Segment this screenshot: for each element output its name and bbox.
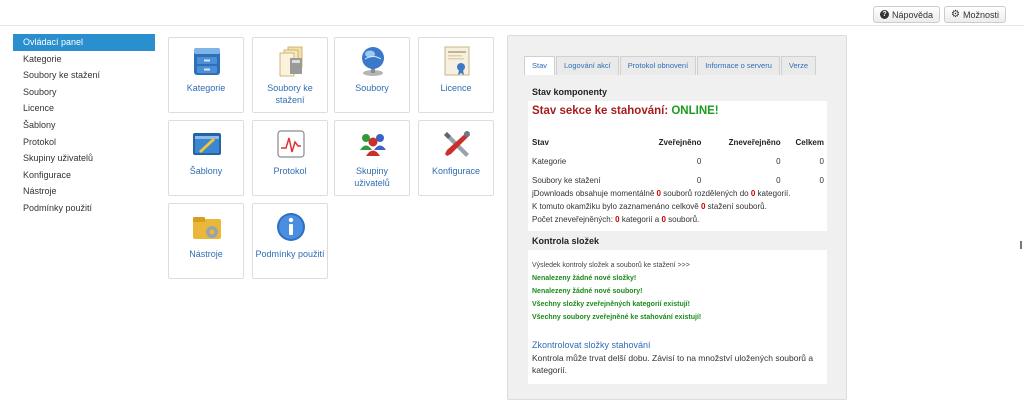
sidebar-item-user-groups[interactable]: Skupiny uživatelů (13, 150, 155, 167)
tile-configuration[interactable]: Konfigurace (418, 120, 494, 196)
tools-icon (444, 131, 470, 157)
sidebar-item-downloads[interactable]: Soubory ke stažení (13, 67, 155, 84)
users-icon (360, 134, 386, 156)
tile-templates[interactable]: Šablony (168, 120, 244, 196)
table-cell: 0 (696, 176, 702, 185)
tile-terms[interactable]: Podmínky použití (252, 203, 328, 279)
tile-label: Nástroje (189, 249, 223, 259)
tab-version[interactable]: Verze (780, 56, 817, 75)
table-header: Zveřejněno (658, 138, 702, 147)
tile-label: Skupiny uživatelů (354, 166, 390, 188)
tile-log[interactable]: Protokol (252, 120, 328, 196)
table-header: Stav (532, 138, 549, 147)
check-result-line: Nenalezeny žádné nové soubory! (532, 288, 643, 295)
info-icon (277, 213, 305, 241)
table-cell: 0 (819, 176, 824, 185)
template-icon (193, 133, 221, 155)
table-row: Kategorie 0 0 0 (532, 152, 824, 171)
table-cell: Soubory ke stažení (532, 176, 601, 185)
sidebar-item-categories[interactable]: Kategorie (13, 51, 155, 68)
sidebar-item-control-panel[interactable]: Ovládací panel (13, 34, 155, 51)
chart-log-icon (277, 130, 305, 158)
info-text: kategorií a (619, 215, 662, 224)
info-text: jDownloads obsahuje momentálně (532, 189, 657, 198)
tile-label: Šablony (189, 166, 223, 176)
sidebar-item-licenses[interactable]: Licence (13, 100, 155, 117)
check-folders-link[interactable]: Zkontrolovat složky stahování (532, 340, 651, 350)
options-button[interactable]: ⚙ Možnosti (944, 6, 1006, 23)
tab-restore-log[interactable]: Protokol obnovení (619, 56, 697, 75)
tile-label: Kategorie (186, 83, 226, 93)
info-text: kategorií. (755, 189, 791, 198)
table-cell: 0 (776, 176, 781, 185)
folder-check-title: Kontrola složek (532, 236, 600, 246)
table-header-row: Stav Zveřejněno Zneveřejněno Celkem (532, 133, 824, 152)
table-row: Soubory ke stažení 0 0 0 (532, 171, 824, 190)
online-status-value: ONLINE! (671, 105, 719, 117)
tile-label: Protokol (273, 166, 307, 176)
check-result-line: Všechny složky zveřejněných kategorií ex… (532, 301, 690, 308)
help-button[interactable]: ? Nápověda (873, 6, 941, 23)
table-header: Zneveřejněno (728, 138, 781, 147)
tile-categories[interactable]: Kategorie (168, 37, 244, 113)
info-summary-unpublished: Počet zneveřejněných: 0 kategorií a 0 so… (532, 215, 699, 224)
files-icon (279, 46, 303, 77)
tab-action-log[interactable]: Logování akcí (556, 56, 619, 75)
info-text: K tomuto okamžiku bylo zaznamenáno celko… (532, 202, 701, 211)
check-result-line: Nenalezeny žádné nové složky! (532, 275, 637, 282)
scrollbar-marker[interactable] (1020, 241, 1022, 249)
sidebar-item-configuration[interactable]: Konfigurace (13, 167, 155, 184)
tile-user-groups[interactable]: Skupiny uživatelů (334, 120, 410, 196)
tile-licenses[interactable]: Licence (418, 37, 494, 113)
gear-icon: ⚙ (951, 9, 960, 20)
table-header: Celkem (795, 138, 824, 147)
tab-server-info[interactable]: Informace o serveru (697, 56, 780, 75)
tile-label: Soubory ke stažení (267, 83, 313, 105)
tab-status[interactable]: Stav (524, 56, 556, 75)
info-summary-files: jDownloads obsahuje momentálně 0 souborů… (532, 189, 790, 198)
table-cell: 0 (696, 157, 702, 166)
certificate-icon (444, 46, 470, 76)
globe-icon (362, 47, 384, 76)
online-status-label: Stav sekce ke stahování: (532, 105, 672, 117)
tile-label: Licence (440, 83, 472, 93)
info-text: stažení souborů. (705, 202, 767, 211)
sidebar-item-log[interactable]: Protokol (13, 134, 155, 151)
tile-files[interactable]: Soubory (334, 37, 410, 113)
question-icon: ? (880, 10, 889, 19)
info-text: souborů. (665, 215, 700, 224)
stats-table: Stav Zveřejněno Zneveřejněno Celkem Kate… (532, 133, 824, 190)
online-status: Stav sekce ke stahování: ONLINE! (532, 105, 719, 117)
tile-label: Konfigurace (431, 166, 481, 176)
check-note: Kontrola může trvat delší dobu. Závisí t… (532, 353, 814, 375)
sidebar-item-terms[interactable]: Podmínky použití (13, 200, 155, 217)
sidebar-item-templates[interactable]: Šablony (13, 117, 155, 134)
top-toolbar: ? Nápověda ⚙ Možnosti (0, 0, 1024, 26)
tile-label: Podmínky použití (255, 249, 325, 259)
cabinet-icon (194, 48, 220, 75)
sidebar-menu: Ovládací panel Kategorie Soubory ke staž… (13, 34, 155, 217)
help-label: Nápověda (892, 9, 934, 20)
check-result-line: Všechny soubory zveřejněné ke stahování … (532, 314, 702, 321)
status-panel: Stav Logování akcí Protokol obnovení Inf… (507, 35, 847, 400)
component-status-title: Stav komponenty (532, 87, 608, 97)
options-label: Možnosti (962, 9, 999, 20)
table-cell: 0 (819, 157, 824, 166)
gear-folder-icon (193, 217, 221, 239)
sidebar-item-files[interactable]: Soubory (13, 84, 155, 101)
panel-tabs: Stav Logování akcí Protokol obnovení Inf… (524, 56, 817, 75)
tile-downloads[interactable]: Soubory ke stažení (252, 37, 328, 113)
table-cell: 0 (776, 157, 781, 166)
check-result-header: Výsledek kontroly složek a souborů ke st… (532, 262, 690, 269)
info-text: souborů rozdělených do (660, 189, 751, 198)
tile-tools[interactable]: Nástroje (168, 203, 244, 279)
info-text: Počet zneveřejněných: (532, 215, 616, 224)
table-cell: Kategorie (532, 157, 567, 166)
sidebar-item-tools[interactable]: Nástroje (13, 183, 155, 200)
info-summary-downloads: K tomuto okamžiku bylo zaznamenáno celko… (532, 202, 767, 211)
tile-label: Soubory (355, 83, 389, 93)
